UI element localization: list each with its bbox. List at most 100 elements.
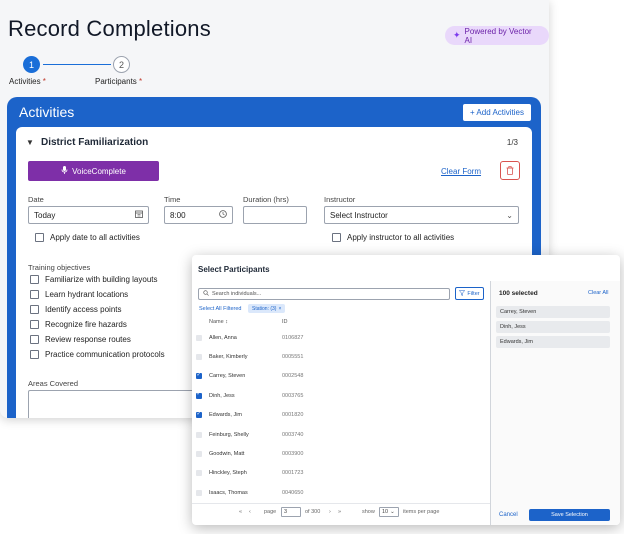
row-name: Hinckley, Steph (209, 470, 247, 477)
selected-count: 100 selected (499, 290, 538, 297)
time-field[interactable]: 8:00 (164, 206, 233, 224)
step-1-label: Activities * (9, 77, 46, 86)
step-2-circle[interactable]: 2 (113, 56, 130, 73)
filter-button[interactable]: Filter (455, 287, 484, 300)
areas-covered-field[interactable] (28, 390, 208, 418)
clock-icon (219, 210, 227, 220)
page-size-select[interactable]: 10 ⌄ (379, 507, 399, 517)
objective-checkbox[interactable] (30, 290, 39, 299)
objective-checkbox[interactable] (30, 320, 39, 329)
row-name: Carrey, Steven (209, 373, 246, 380)
activity-name: District Familiarization (41, 137, 149, 148)
table-row[interactable]: Allen, Anna 0106827 (192, 328, 490, 347)
selected-item[interactable]: Edwards, Jim (496, 336, 610, 348)
select-all-filtered-link[interactable]: Select All Filtered (199, 306, 242, 312)
objective-label: Practice communication protocols (45, 350, 165, 359)
time-label: Time (164, 195, 181, 204)
table-row[interactable]: Hinckley, Steph 0001723 (192, 464, 490, 483)
step-1-circle[interactable]: 1 (23, 56, 40, 73)
calendar-icon (135, 210, 143, 220)
objective-item[interactable]: Practice communication protocols (30, 350, 165, 359)
cancel-button[interactable]: Cancel (499, 512, 518, 518)
microphone-icon (61, 166, 68, 176)
row-name: Baker, Kimberly (209, 354, 248, 361)
apply-instructor-checkbox[interactable] (332, 233, 341, 242)
clear-all-link[interactable]: Clear All (588, 290, 608, 296)
voicecomplete-button[interactable]: VoiceComplete (28, 161, 159, 181)
selected-list: Carrey, Steven Dinh, Jess Edwards, Jim (496, 306, 610, 351)
row-checkbox[interactable] (196, 391, 202, 399)
column-header-id[interactable]: ID (282, 319, 288, 325)
date-label: Date (28, 195, 44, 204)
step-2-text: Participants (95, 77, 137, 86)
apply-instructor-label: Apply instructor to all activities (347, 233, 455, 242)
search-input[interactable]: Search individuals... (198, 288, 450, 300)
page-input[interactable]: 3 (281, 507, 301, 517)
selected-item[interactable]: Carrey, Steven (496, 306, 610, 318)
table-row[interactable]: Goodwin, Matt 0003900 (192, 444, 490, 463)
table-row[interactable]: Edwards, Jim 0001820 (192, 406, 490, 425)
next-page-icon[interactable]: › (329, 509, 331, 515)
row-checkbox[interactable] (196, 411, 202, 419)
show-label: show (362, 509, 375, 515)
chevron-down-icon[interactable]: ▼ (26, 138, 34, 147)
apply-instructor-checkbox-row[interactable]: Apply instructor to all activities (332, 233, 454, 242)
table-row[interactable]: Carrey, Steven 0002548 (192, 367, 490, 386)
areas-covered-label: Areas Covered (28, 379, 79, 388)
row-checkbox[interactable] (196, 372, 202, 380)
objective-checkbox[interactable] (30, 350, 39, 359)
participants-table: Allen, Anna 0106827 Baker, Kimberly 000555… (192, 328, 490, 503)
objective-checkbox[interactable] (30, 305, 39, 314)
row-checkbox[interactable] (196, 431, 202, 438)
objective-checkbox[interactable] (30, 335, 39, 344)
row-checkbox[interactable] (196, 354, 202, 361)
step-1-required: * (42, 77, 46, 86)
prev-page-icon[interactable]: ‹ (249, 509, 251, 515)
first-page-icon[interactable]: « (239, 509, 242, 515)
row-id: 0003740 (282, 431, 304, 438)
row-id: 0003765 (282, 392, 304, 399)
add-activities-button[interactable]: + Add Activities (462, 104, 531, 121)
column-name-label: Name (209, 319, 224, 325)
objectives-title: Training objectives (28, 263, 91, 272)
objective-item[interactable]: Review response routes (30, 335, 165, 344)
row-checkbox[interactable] (196, 334, 202, 341)
filter-icon (459, 289, 466, 298)
sparkle-icon: ✦ (453, 30, 461, 40)
activities-title: Activities (19, 104, 75, 120)
table-row[interactable]: Isaacs, Thomas 0040650 (192, 483, 490, 502)
objective-label: Familiarize with building layouts (45, 275, 158, 284)
apply-date-checkbox-row[interactable]: Apply date to all activities (35, 233, 140, 242)
modal-title: Select Participants (198, 265, 270, 274)
objective-item[interactable]: Identify access points (30, 305, 165, 314)
date-field[interactable]: Today (28, 206, 149, 224)
row-checkbox[interactable] (196, 451, 202, 458)
last-page-icon[interactable]: » (338, 509, 341, 515)
row-id: 0002548 (282, 373, 304, 380)
row-id: 0106827 (282, 334, 304, 341)
delete-activity-button[interactable] (500, 161, 520, 180)
column-header-name[interactable]: Name ↕ (209, 319, 228, 325)
row-name: Edwards, Jim (209, 412, 243, 419)
table-row[interactable]: Dinh, Jess 0003765 (192, 386, 490, 405)
objective-item[interactable]: Familiarize with building layouts (30, 275, 165, 284)
instructor-value: Select Instructor (330, 210, 388, 220)
instructor-select[interactable]: Select Instructor ⌄ (324, 206, 519, 224)
objective-checkbox[interactable] (30, 275, 39, 284)
duration-field[interactable] (243, 206, 307, 224)
close-icon[interactable]: × (278, 306, 281, 312)
objective-item[interactable]: Recognize fire hazards (30, 320, 165, 329)
apply-date-checkbox[interactable] (35, 233, 44, 242)
station-filter-chip[interactable]: Station: (3) × (248, 304, 286, 313)
save-selection-button[interactable]: Save Selection (529, 509, 610, 521)
objectives-list: Familiarize with building layouts Learn … (30, 275, 165, 365)
selected-item[interactable]: Dinh, Jess (496, 321, 610, 333)
objective-item[interactable]: Learn hydrant locations (30, 290, 165, 299)
row-checkbox[interactable] (196, 489, 202, 496)
search-placeholder: Search individuals... (212, 291, 262, 297)
row-checkbox[interactable] (196, 470, 202, 477)
clear-form-link[interactable]: Clear Form (441, 167, 481, 176)
page-size-value: 10 (382, 509, 389, 515)
table-row[interactable]: Baker, Kimberly 0005551 (192, 347, 490, 366)
table-row[interactable]: Feinburg, Shelly 0003740 (192, 425, 490, 444)
